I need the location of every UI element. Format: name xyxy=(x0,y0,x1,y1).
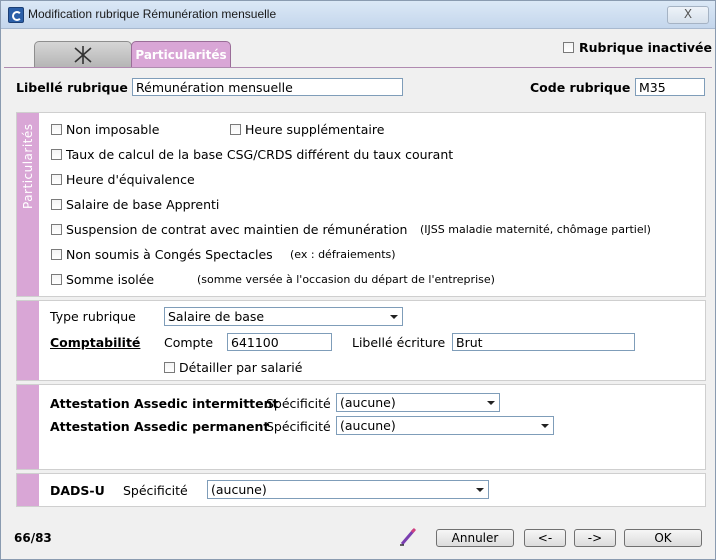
dads-specificite-label: Spécificité xyxy=(123,483,188,498)
comptabilite-link[interactable]: Comptabilité xyxy=(50,335,140,350)
conges-spectacles-checkbox[interactable] xyxy=(51,249,62,260)
suspension-label: Suspension de contrat avec maintien de r… xyxy=(66,222,408,237)
heure-supplementaire-checkbox[interactable] xyxy=(230,124,241,135)
dads-value: (aucune) xyxy=(211,482,267,497)
suspension-note: (IJSS maladie maternité, chômage partiel… xyxy=(420,223,651,236)
assedic-intermittent-select[interactable]: (aucune) xyxy=(336,393,500,412)
dads-select[interactable]: (aucune) xyxy=(207,480,489,499)
salaire-apprenti-label: Salaire de base Apprenti xyxy=(66,197,220,212)
compte-input[interactable]: 641100 xyxy=(227,333,332,351)
libelle-rubrique-label: Libellé rubrique xyxy=(16,80,128,95)
assedic-intermittent-value: (aucune) xyxy=(340,395,396,410)
detailler-checkbox[interactable] xyxy=(164,362,175,373)
window-title: Modification rubrique Rémunération mensu… xyxy=(28,7,277,21)
type-rubrique-value: Salaire de base xyxy=(168,309,265,324)
rubrique-inactivee-checkbox[interactable] xyxy=(563,42,574,53)
detailler-label: Détailler par salarié xyxy=(179,360,303,375)
dads-label: DADS-U xyxy=(50,483,105,498)
libelle-ecriture-label: Libellé écriture xyxy=(352,335,446,350)
specificite-intermittent-label: Spécificité xyxy=(266,396,331,411)
app-icon xyxy=(8,7,24,23)
taux-csg-checkbox[interactable] xyxy=(51,149,62,160)
somme-isolee-note: (somme versée à l'occasion du départ de … xyxy=(197,273,495,286)
code-rubrique-input[interactable]: M35 xyxy=(635,78,705,96)
ok-button[interactable]: OK xyxy=(624,529,702,547)
chevron-down-icon xyxy=(541,424,549,428)
non-imposable-checkbox[interactable] xyxy=(51,124,62,135)
conges-note: (ex : défraiements) xyxy=(290,248,396,261)
close-button[interactable]: X xyxy=(667,6,709,24)
previous-button[interactable]: <- xyxy=(524,529,566,547)
tab-particularites[interactable]: Particularités xyxy=(131,41,231,68)
libelle-ecriture-input[interactable]: Brut xyxy=(452,333,635,351)
chevron-down-icon xyxy=(390,315,398,319)
pencil-icon[interactable] xyxy=(398,527,418,547)
panel-stripe xyxy=(17,301,39,380)
suspension-checkbox[interactable] xyxy=(51,224,62,235)
panel-stripe xyxy=(17,385,39,469)
assedic-intermittent-label: Attestation Assedic intermittent xyxy=(50,396,279,411)
assedic-permanent-label: Attestation Assedic permanent xyxy=(50,419,270,434)
panel-stripe xyxy=(17,474,39,506)
specificite-permanent-label: Spécificité xyxy=(266,419,331,434)
tab-divider xyxy=(4,67,712,68)
tab-general[interactable] xyxy=(34,41,132,68)
chevron-down-icon xyxy=(476,488,484,492)
record-counter: 66/83 xyxy=(14,531,52,545)
dialog-window: Modification rubrique Rémunération mensu… xyxy=(0,0,716,560)
title-bar: Modification rubrique Rémunération mensu… xyxy=(1,1,715,29)
code-rubrique-label: Code rubrique xyxy=(530,80,631,95)
type-rubrique-label: Type rubrique xyxy=(50,309,136,324)
assedic-permanent-select[interactable]: (aucune) xyxy=(336,416,554,435)
annuler-button[interactable]: Annuler xyxy=(436,529,514,547)
assedic-permanent-value: (aucune) xyxy=(340,418,396,433)
taux-csg-label: Taux de calcul de la base CSG/CRDS diffé… xyxy=(66,147,454,162)
salaire-apprenti-checkbox[interactable] xyxy=(51,199,62,210)
somme-isolee-label: Somme isolée xyxy=(66,272,155,287)
heure-equivalence-label: Heure d'équivalence xyxy=(66,172,195,187)
non-imposable-label: Non imposable xyxy=(66,122,160,137)
heure-supplementaire-label: Heure supplémentaire xyxy=(245,122,385,137)
somme-isolee-checkbox[interactable] xyxy=(51,274,62,285)
chevron-down-icon xyxy=(487,401,495,405)
libelle-rubrique-input[interactable]: Rémunération mensuelle xyxy=(132,78,403,96)
type-rubrique-select[interactable]: Salaire de base xyxy=(164,307,403,326)
particularites-section-label: Particularités xyxy=(21,123,35,209)
heure-equivalence-checkbox[interactable] xyxy=(51,174,62,185)
compte-label: Compte xyxy=(164,335,214,350)
rubrique-inactivee-label: Rubrique inactivée xyxy=(579,40,712,55)
conges-spectacles-label: Non soumis à Congés Spectacles xyxy=(66,247,273,262)
next-button[interactable]: -> xyxy=(574,529,616,547)
compass-icon xyxy=(74,46,92,64)
